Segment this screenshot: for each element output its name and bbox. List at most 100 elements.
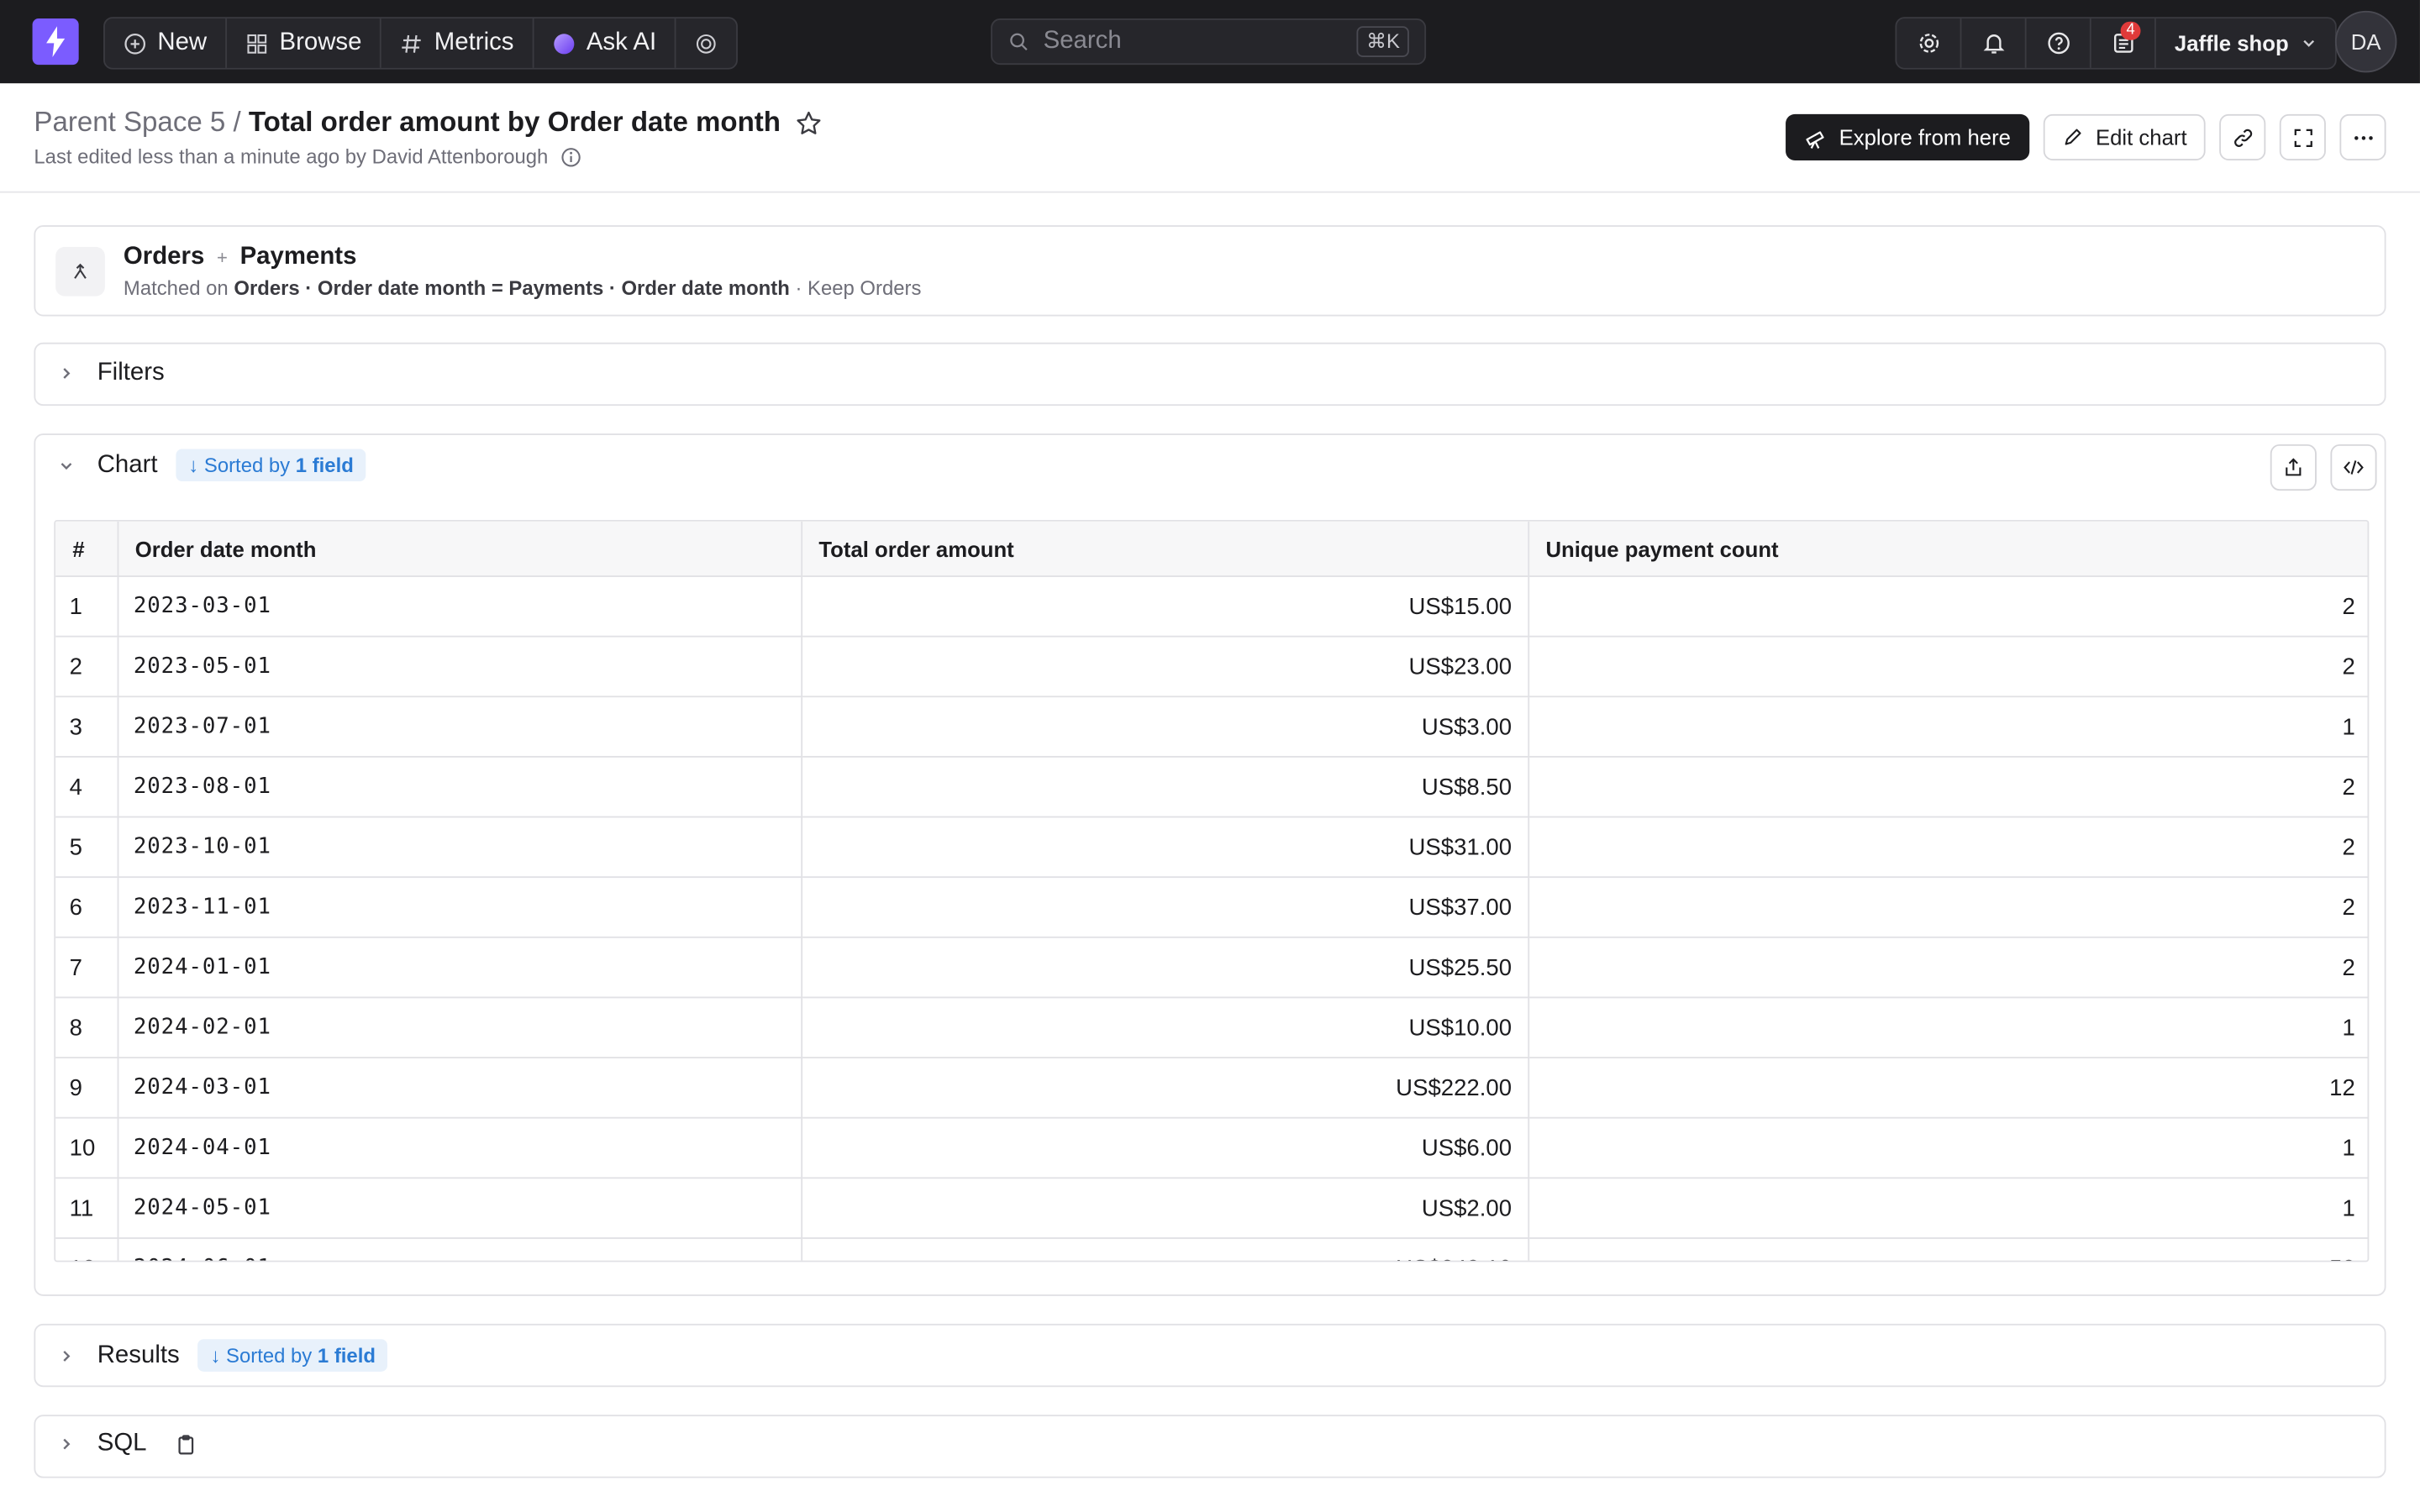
unique-payment-count-cell[interactable]: 2 (1528, 756, 2368, 818)
join-summary-card[interactable]: Orders + Payments Matched on Orders · Or… (34, 225, 2386, 317)
notifications-button[interactable] (1961, 18, 2027, 68)
unique-payment-count-cell[interactable]: 53 (1528, 1237, 2368, 1261)
edit-chart-button[interactable]: Edit chart (2043, 113, 2206, 161)
order-date-month-cell[interactable]: 2024-03-01 (117, 1058, 802, 1119)
filters-section[interactable]: Filters (34, 342, 2386, 407)
copy-link-button[interactable] (2219, 113, 2266, 161)
row-index-cell[interactable]: 1 (55, 576, 118, 638)
search-input[interactable]: Search ⌘K (991, 18, 1427, 66)
settings-button[interactable] (1897, 18, 1962, 68)
table-row[interactable]: 10 2024-04-01 US$6.00 1 (55, 1117, 2368, 1179)
unique-payment-count-cell[interactable]: 2 (1528, 816, 2368, 879)
ask-ai-button[interactable]: Ask AI (534, 18, 677, 68)
table-row[interactable]: 9 2024-03-01 US$222.00 12 (55, 1058, 2368, 1119)
results-sort-badge[interactable]: ↓ Sorted by 1 field (197, 1339, 388, 1372)
row-index-cell[interactable]: 10 (55, 1117, 118, 1179)
export-button[interactable] (2270, 444, 2317, 491)
total-order-amount-cell[interactable]: US$23.00 (801, 636, 1529, 698)
table-row[interactable]: 8 2024-02-01 US$10.00 1 (55, 997, 2368, 1058)
total-order-amount-cell[interactable]: US$3.00 (801, 696, 1529, 758)
more-options-button[interactable] (2339, 113, 2386, 161)
row-index-cell[interactable]: 7 (55, 937, 118, 999)
unique-payment-count-cell[interactable]: 2 (1528, 877, 2368, 938)
results-section[interactable]: Results ↓ Sorted by 1 field (34, 1323, 2386, 1388)
row-index-cell[interactable]: 8 (55, 997, 118, 1058)
app-logo[interactable] (32, 18, 79, 66)
table-row[interactable]: 1 2023-03-01 US$15.00 2 (55, 576, 2368, 638)
table-row[interactable]: 7 2024-01-01 US$25.50 2 (55, 937, 2368, 999)
order-date-month-cell[interactable]: 2023-07-01 (117, 696, 802, 758)
chart-header[interactable]: Chart ↓ Sorted by 1 field (54, 449, 366, 482)
order-date-month-cell[interactable]: 2024-01-01 (117, 937, 802, 999)
total-order-amount-cell[interactable]: US$15.00 (801, 576, 1529, 638)
table-row[interactable]: 2 2023-05-01 US$23.00 2 (55, 636, 2368, 698)
sql-header[interactable]: SQL (54, 1431, 197, 1458)
row-index-cell[interactable]: 12 (55, 1237, 118, 1261)
row-index-cell[interactable]: 3 (55, 696, 118, 758)
total-order-amount-cell[interactable]: US$6.00 (801, 1117, 1529, 1179)
sql-section[interactable]: SQL (34, 1415, 2386, 1478)
order-date-month-cell[interactable]: 2023-10-01 (117, 816, 802, 879)
explore-from-here-button[interactable]: Explore from here (1785, 113, 2030, 161)
total-order-amount-cell[interactable]: US$2.00 (801, 1178, 1529, 1239)
help-button[interactable] (2027, 18, 2091, 68)
expand-icon (2293, 128, 2312, 147)
workspace-switcher[interactable]: Jaffle shop (2156, 18, 2335, 68)
row-index-cell[interactable]: 2 (55, 636, 118, 698)
unique-payment-count-cell[interactable]: 2 (1528, 576, 2368, 638)
table-row[interactable]: 5 2023-10-01 US$31.00 2 (55, 816, 2368, 879)
total-order-amount-cell[interactable]: US$37.00 (801, 877, 1529, 938)
avatar[interactable]: DA (2334, 10, 2397, 73)
unique-payment-count-cell[interactable]: 2 (1528, 636, 2368, 698)
column-header-total-order-amount[interactable]: Total order amount (801, 521, 1529, 577)
star-icon[interactable] (795, 108, 823, 136)
total-order-amount-cell[interactable]: US$222.00 (801, 1058, 1529, 1119)
browse-button[interactable]: Browse (227, 18, 382, 68)
breadcrumb-parent[interactable]: Parent Space 5 (34, 107, 225, 139)
help-circle-icon (2047, 32, 2070, 55)
new-button[interactable]: New (105, 18, 228, 68)
row-index-cell[interactable]: 4 (55, 756, 118, 818)
table-row[interactable]: 122024-06-01US$843.1053 (55, 1237, 2368, 1261)
total-order-amount-cell[interactable]: US$25.50 (801, 937, 1529, 999)
embed-code-button[interactable] (2330, 444, 2377, 491)
metrics-button[interactable]: Metrics (381, 18, 534, 68)
unique-payment-count-cell[interactable]: 12 (1528, 1058, 2368, 1119)
column-header-order-date-month[interactable]: Order date month (117, 521, 802, 577)
results-header[interactable]: Results ↓ Sorted by 1 field (54, 1339, 388, 1372)
news-button[interactable]: 4 (2091, 18, 2156, 68)
order-date-month-cell[interactable]: 2024-04-01 (117, 1117, 802, 1179)
unique-payment-count-cell[interactable]: 1 (1528, 1178, 2368, 1239)
total-order-amount-cell[interactable]: US$8.50 (801, 756, 1529, 818)
row-index-cell[interactable]: 5 (55, 816, 118, 879)
order-date-month-cell[interactable]: 2023-03-01 (117, 576, 802, 638)
order-date-month-cell[interactable]: 2024-06-01 (117, 1237, 802, 1261)
row-index-cell[interactable]: 9 (55, 1058, 118, 1119)
order-date-month-cell[interactable]: 2023-11-01 (117, 877, 802, 938)
unique-payment-count-cell[interactable]: 1 (1528, 1117, 2368, 1179)
row-index-cell[interactable]: 6 (55, 877, 118, 938)
order-date-month-cell[interactable]: 2023-05-01 (117, 636, 802, 698)
unique-payment-count-cell[interactable]: 1 (1528, 997, 2368, 1058)
unique-payment-count-cell[interactable]: 1 (1528, 696, 2368, 758)
row-index-cell[interactable]: 11 (55, 1178, 118, 1239)
chart-sort-badge[interactable]: ↓ Sorted by 1 field (176, 449, 366, 482)
target-button[interactable] (676, 18, 737, 68)
order-date-month-cell[interactable]: 2023-08-01 (117, 756, 802, 818)
total-order-amount-cell[interactable]: US$31.00 (801, 816, 1529, 879)
filters-header[interactable]: Filters (54, 360, 165, 387)
total-order-amount-cell[interactable]: US$10.00 (801, 997, 1529, 1058)
total-order-amount-cell[interactable]: US$843.10 (801, 1237, 1529, 1261)
table-row[interactable]: 3 2023-07-01 US$3.00 1 (55, 696, 2368, 758)
order-date-month-cell[interactable]: 2024-05-01 (117, 1178, 802, 1239)
clipboard-icon[interactable] (175, 1432, 198, 1456)
unique-payment-count-cell[interactable]: 2 (1528, 937, 2368, 999)
column-header-unique-payment-count[interactable]: Unique payment count (1528, 521, 2368, 577)
table-row[interactable]: 11 2024-05-01 US$2.00 1 (55, 1178, 2368, 1239)
code-icon (2344, 460, 2364, 475)
fullscreen-button[interactable] (2279, 113, 2326, 161)
table-row[interactable]: 4 2023-08-01 US$8.50 2 (55, 756, 2368, 818)
info-icon[interactable] (560, 146, 582, 168)
table-row[interactable]: 6 2023-11-01 US$37.00 2 (55, 877, 2368, 938)
order-date-month-cell[interactable]: 2024-02-01 (117, 997, 802, 1058)
